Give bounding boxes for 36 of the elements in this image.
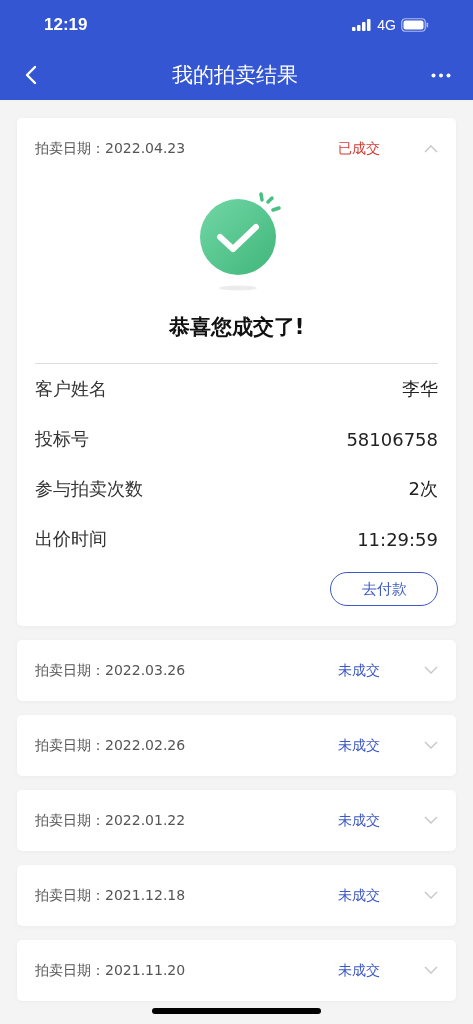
auction-date: 拍卖日期：2022.04.23 (35, 139, 187, 158)
field-label: 出价时间 (35, 527, 107, 551)
signal-icon (352, 19, 373, 31)
success-check-icon (199, 189, 284, 293)
field-value: 58106758 (346, 428, 438, 450)
battery-icon (401, 18, 429, 32)
auction-status: 未成交 (337, 960, 381, 980)
status-time: 12:19 (44, 15, 88, 35)
auction-status: 未成交 (337, 885, 381, 905)
more-icon[interactable] (431, 72, 451, 78)
auction-status: 未成交 (337, 810, 381, 830)
auction-date: 拍卖日期：2021.12.18 (35, 886, 187, 905)
expand-icon[interactable] (424, 966, 438, 975)
field-value: 2次 (408, 477, 438, 501)
auction-status: 未成交 (337, 660, 381, 680)
field-label: 参与拍卖次数 (35, 477, 143, 501)
success-message: 恭喜您成交了! (168, 314, 305, 341)
back-icon[interactable] (24, 65, 38, 85)
expand-icon[interactable] (424, 891, 438, 900)
auction-date: 拍卖日期：2022.02.26 (35, 736, 187, 755)
field-value: 11:29:59 (357, 528, 438, 550)
auction-date: 拍卖日期：2022.01.22 (35, 811, 187, 830)
expand-icon[interactable] (424, 741, 438, 750)
network-label: 4G (377, 17, 396, 33)
auction-date: 拍卖日期：2021.11.20 (35, 961, 187, 980)
auction-status: 未成交 (337, 735, 381, 755)
auction-status: 已成交 (337, 138, 381, 158)
collapse-icon[interactable] (424, 144, 438, 153)
field-label: 投标号 (35, 427, 89, 451)
page-title: 我的拍卖结果 (171, 62, 298, 89)
auction-date: 拍卖日期：2022.03.26 (35, 661, 187, 680)
field-value: 李华 (402, 377, 438, 401)
expand-icon[interactable] (424, 666, 438, 675)
field-label: 客户姓名 (35, 377, 107, 401)
pay-button[interactable]: 去付款 (330, 572, 438, 606)
expand-icon[interactable] (424, 816, 438, 825)
